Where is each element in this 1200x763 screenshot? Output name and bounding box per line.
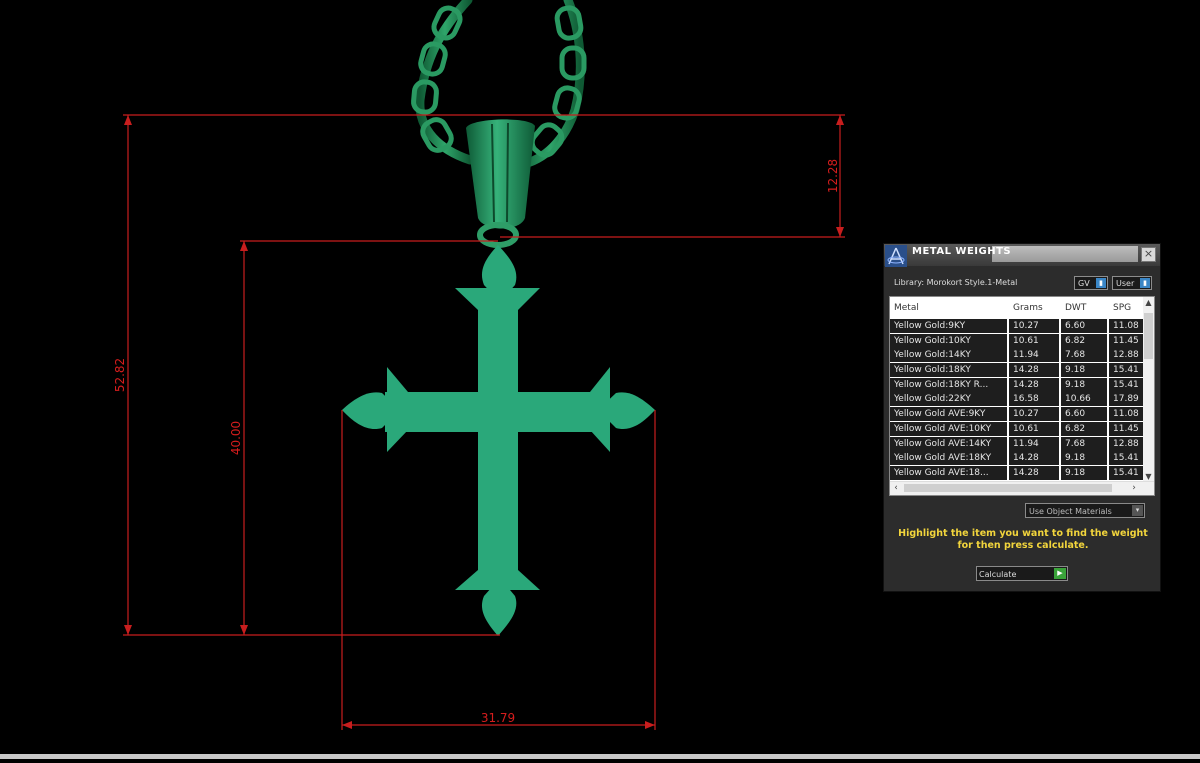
cell-dwt: 9.18	[1061, 465, 1108, 480]
cell-dwt: 9.18	[1061, 451, 1108, 466]
cell-dwt: 6.82	[1061, 421, 1108, 436]
table-row[interactable]: Yellow Gold:18KY 14.28 9.18 15.41	[890, 363, 1149, 378]
cell-dwt: 9.18	[1061, 377, 1108, 392]
cell-metal: Yellow Gold:9KY	[890, 319, 1008, 333]
col-metal[interactable]: Metal	[894, 303, 919, 313]
play-icon: ▶	[1054, 568, 1066, 579]
horizontal-scrollbar[interactable]: ‹ ›	[890, 481, 1154, 495]
metal-weights-table[interactable]: Metal Grams DWT SPG Yellow Gold:9KY 10.27…	[889, 296, 1155, 496]
cell-metal: Yellow Gold:10KY	[890, 333, 1008, 348]
cell-metal: Yellow Gold:18KY	[890, 363, 1008, 378]
panel-title-bar[interactable]: METAL WEIGHTS ×	[884, 244, 1160, 267]
col-grams[interactable]: Grams	[1013, 303, 1043, 313]
dropdown-icon: ▮	[1140, 278, 1150, 288]
cell-metal: Yellow Gold AVE:18...	[890, 465, 1008, 480]
instruction-text: Highlight the item you want to find the …	[898, 528, 1148, 551]
calculate-button[interactable]: Calculate ▶	[976, 566, 1068, 581]
cell-dwt: 7.68	[1061, 348, 1108, 363]
table-body: Yellow Gold:9KY 10.27 6.60 11.08 Yellow Gol…	[890, 319, 1149, 481]
panel-title: METAL WEIGHTS	[912, 246, 1012, 257]
cross-pendant	[342, 245, 655, 636]
cell-grams: 11.94	[1009, 436, 1060, 451]
cell-dwt: 6.82	[1061, 333, 1108, 348]
table-row[interactable]: Yellow Gold AVE:10KY 10.61 6.82 11.45	[890, 421, 1149, 437]
cell-grams: 10.27	[1009, 407, 1060, 422]
calculate-label: Calculate	[979, 570, 1017, 579]
table-row[interactable]: Yellow Gold:22KY 16.58 10.66 17.89	[890, 392, 1149, 407]
source-select-value: User	[1116, 279, 1135, 288]
unit-select-value: GV	[1078, 279, 1090, 288]
unit-select[interactable]: GV ▮	[1074, 276, 1108, 290]
source-select[interactable]: User ▮	[1112, 276, 1152, 290]
cell-dwt: 10.66	[1061, 392, 1108, 407]
cell-dwt: 6.60	[1061, 319, 1108, 333]
vertical-scrollbar[interactable]: ▲ ▼	[1143, 297, 1154, 483]
cell-grams: 10.61	[1009, 421, 1060, 436]
dim-cross-height: 40.00	[229, 421, 243, 455]
app-logo-icon	[885, 245, 907, 267]
table-row[interactable]: Yellow Gold AVE:14KY 11.94 7.68 12.88	[890, 436, 1149, 452]
cell-metal: Yellow Gold AVE:9KY	[890, 407, 1008, 422]
metal-weights-panel: METAL WEIGHTS × Library: Morokort Style.…	[883, 243, 1161, 592]
use-object-materials-select[interactable]: Use Object Materials ▾	[1025, 503, 1145, 518]
scroll-up-icon[interactable]: ▲	[1143, 297, 1154, 309]
cell-grams: 10.61	[1009, 333, 1060, 348]
use-object-materials-label: Use Object Materials	[1029, 507, 1112, 516]
table-row[interactable]: Yellow Gold:9KY 10.27 6.60 11.08	[890, 319, 1149, 334]
scroll-left-icon[interactable]: ‹	[890, 482, 902, 495]
dropdown-icon: ▾	[1132, 505, 1143, 516]
cell-metal: Yellow Gold:22KY	[890, 392, 1008, 407]
cell-grams: 14.28	[1009, 377, 1060, 392]
col-spg[interactable]: SPG	[1113, 303, 1131, 313]
cell-metal: Yellow Gold:18KY R...	[890, 377, 1008, 392]
cell-grams: 14.28	[1009, 451, 1060, 466]
dim-bail-height: 12.28	[826, 159, 840, 193]
dim-cross-width: 31.79	[481, 711, 515, 725]
cell-grams: 10.27	[1009, 319, 1060, 333]
cell-metal: Yellow Gold:14KY	[890, 348, 1008, 363]
cell-grams: 16.58	[1009, 392, 1060, 407]
cell-metal: Yellow Gold AVE:18KY	[890, 451, 1008, 466]
cell-dwt: 9.18	[1061, 363, 1108, 378]
pendant-bail	[466, 119, 535, 248]
library-label: Library: Morokort Style.1-Metal	[894, 278, 1018, 287]
dropdown-icon: ▮	[1096, 278, 1106, 288]
title-bar-fill	[992, 246, 1138, 262]
cell-grams: 11.94	[1009, 348, 1060, 363]
cell-metal: Yellow Gold AVE:14KY	[890, 436, 1008, 451]
close-button[interactable]: ×	[1141, 247, 1156, 262]
table-row[interactable]: Yellow Gold AVE:18KY 14.28 9.18 15.41	[890, 451, 1149, 466]
table-row[interactable]: Yellow Gold:18KY R... 14.28 9.18 15.41	[890, 377, 1149, 393]
cell-dwt: 7.68	[1061, 436, 1108, 451]
table-row[interactable]: Yellow Gold:10KY 10.61 6.82 11.45	[890, 333, 1149, 349]
status-bar	[0, 754, 1200, 759]
col-dwt[interactable]: DWT	[1065, 303, 1086, 313]
table-row[interactable]: Yellow Gold AVE:18... 14.28 9.18 15.41	[890, 465, 1149, 481]
scroll-thumb[interactable]	[1144, 313, 1153, 359]
scroll-thumb[interactable]	[904, 484, 1112, 492]
cell-metal: Yellow Gold AVE:10KY	[890, 421, 1008, 436]
scroll-right-icon[interactable]: ›	[1128, 482, 1140, 495]
table-row[interactable]: Yellow Gold AVE:9KY 10.27 6.60 11.08	[890, 407, 1149, 422]
cell-dwt: 6.60	[1061, 407, 1108, 422]
cell-grams: 14.28	[1009, 363, 1060, 378]
table-row[interactable]: Yellow Gold:14KY 11.94 7.68 12.88	[890, 348, 1149, 363]
cell-grams: 14.28	[1009, 465, 1060, 480]
dim-total-height: 52.82	[113, 358, 127, 392]
table-header: Metal Grams DWT SPG	[890, 297, 1144, 319]
